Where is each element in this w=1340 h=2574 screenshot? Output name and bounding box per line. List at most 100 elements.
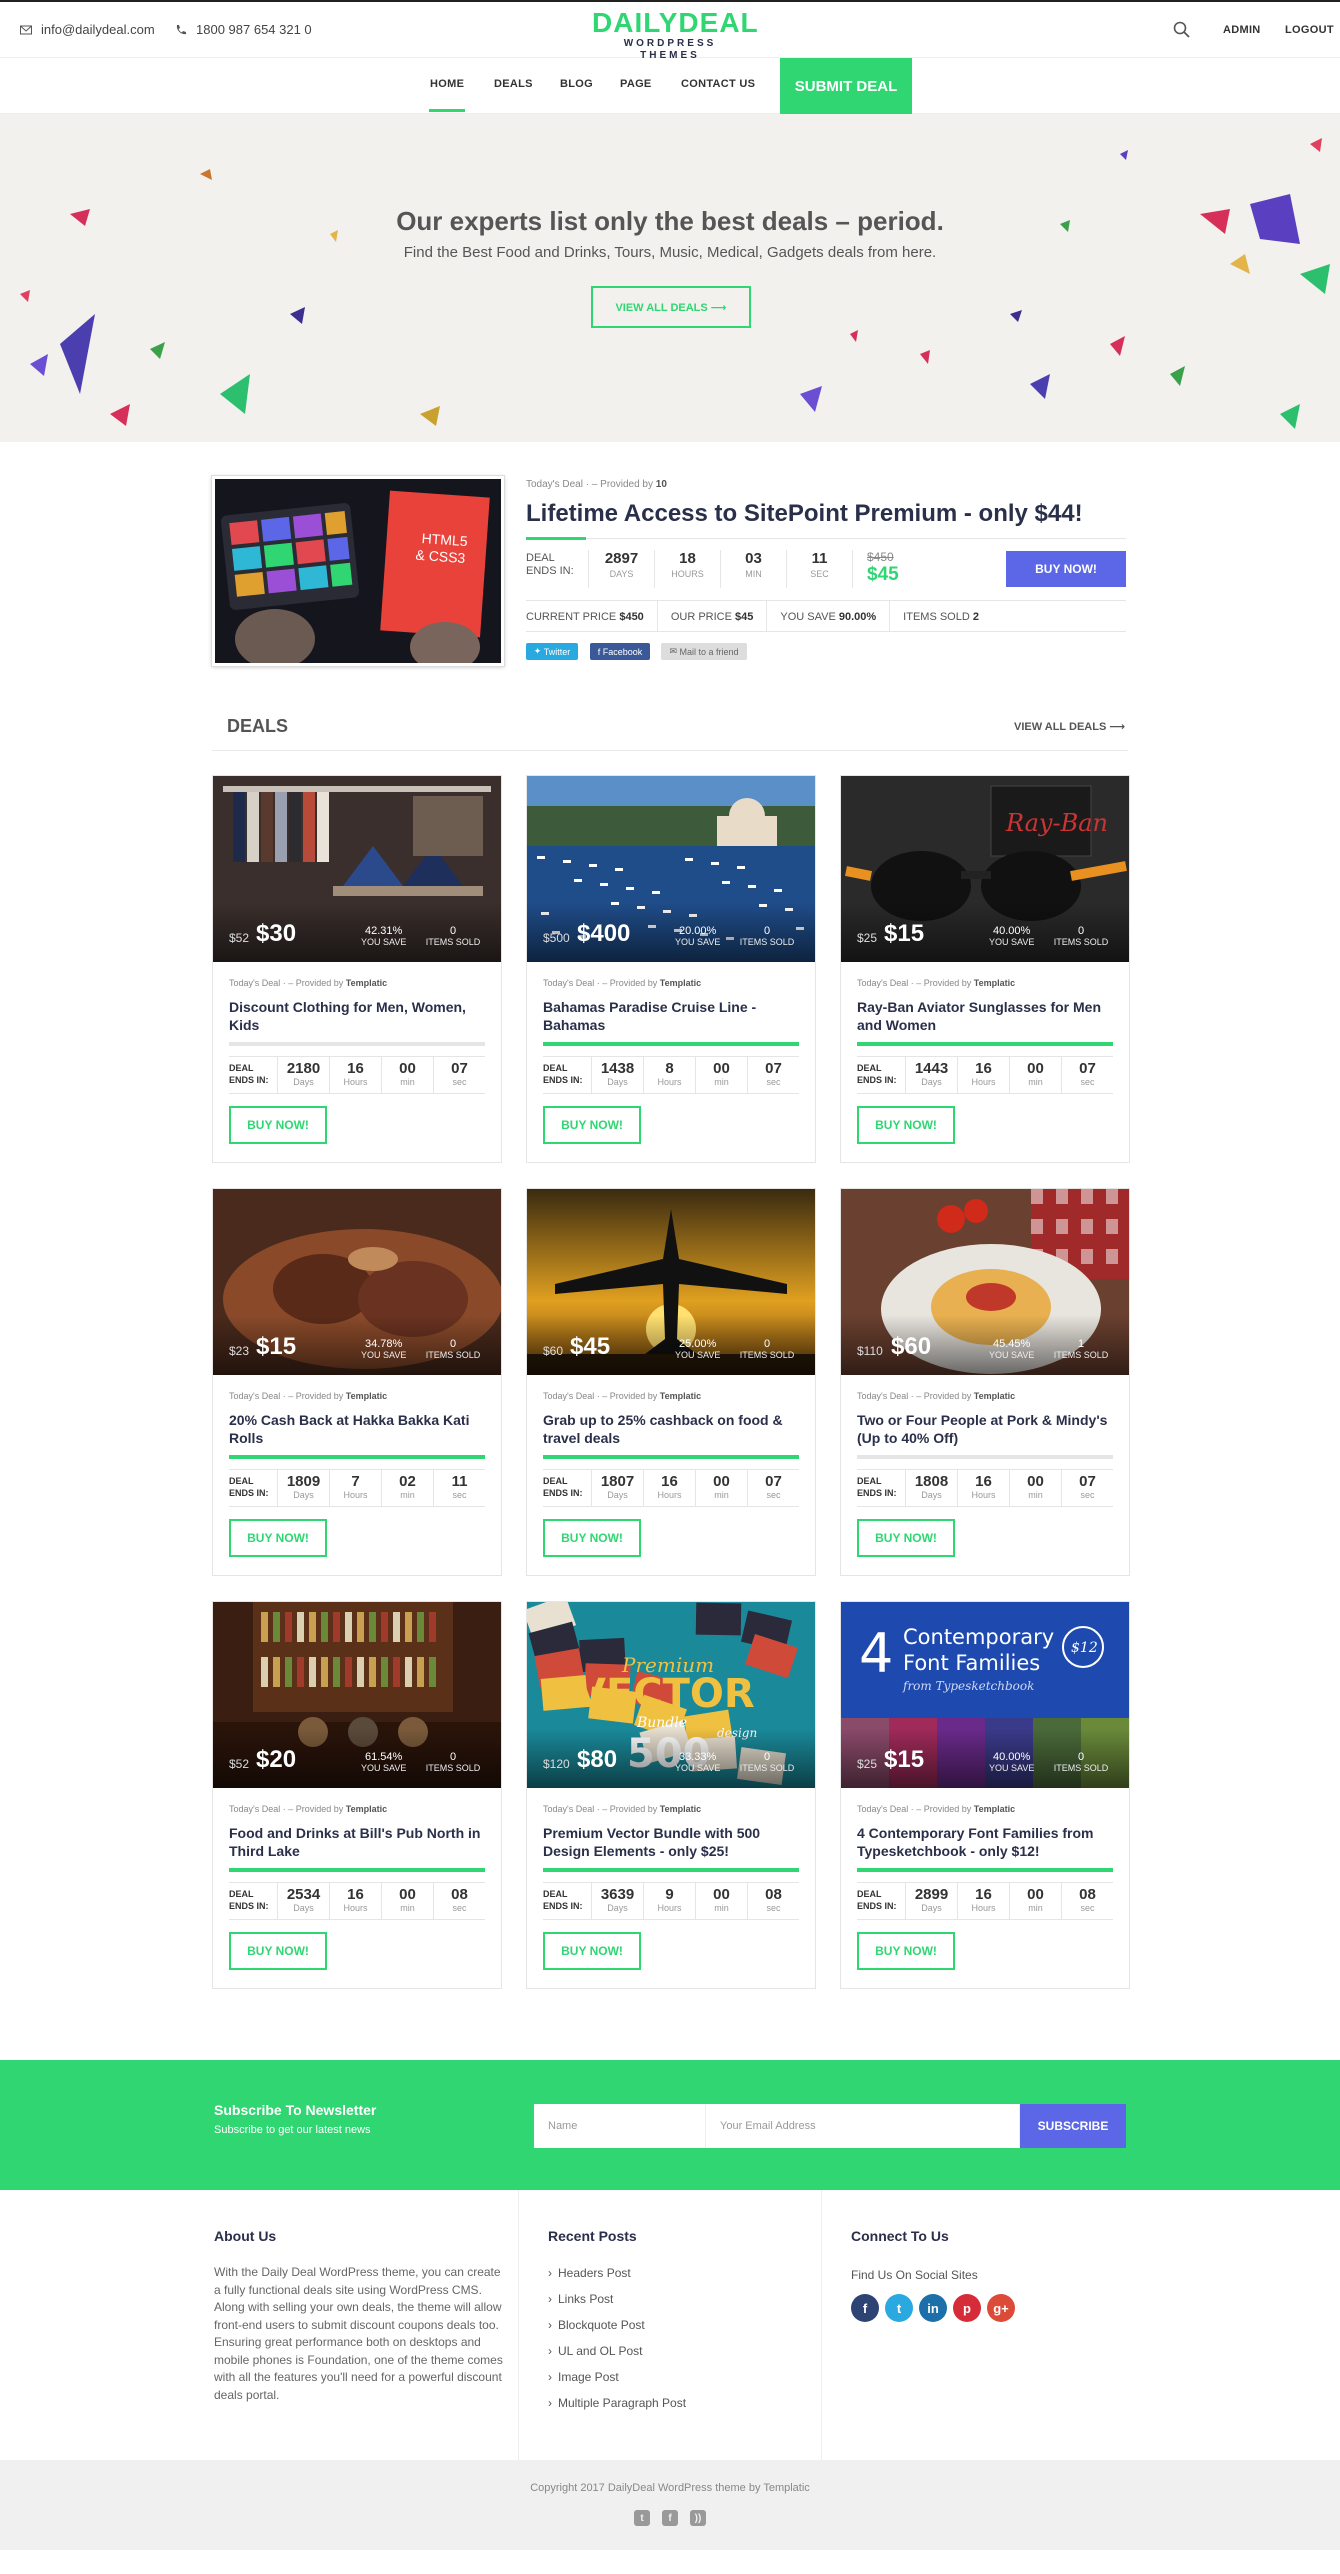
recent-post-link[interactable]: › UL and OL Post — [548, 2344, 643, 2358]
deal-title[interactable]: Discount Clothing for Men, Women, Kids — [229, 998, 489, 1034]
featured-deal-image[interactable]: HTML5 & CSS3 — [211, 475, 505, 667]
deal-progress-fill — [543, 1042, 799, 1046]
deal-buy-button[interactable]: BUY NOW! — [543, 1932, 641, 1970]
deal-title[interactable]: 20% Cash Back at Hakka Bakka Kati Rolls — [229, 1411, 489, 1447]
recent-post-link[interactable]: › Multiple Paragraph Post — [548, 2396, 686, 2410]
deal-title[interactable]: Grab up to 25% cashback on food & travel… — [543, 1411, 803, 1447]
twitter-icon[interactable]: t — [634, 2510, 650, 2526]
deal-new-price: $15 — [884, 1746, 925, 1773]
deal-label-1: DEAL — [229, 1063, 254, 1073]
countdown-hours-unit: Hours — [657, 1903, 682, 1913]
deal-label-2: ENDS IN: — [857, 1488, 897, 1498]
deal-meta-prefix: Today's Deal · – Provided by — [229, 978, 344, 988]
deal-provider[interactable]: Templatic — [660, 1804, 701, 1814]
featured-buy-button[interactable]: BUY NOW! — [1006, 551, 1126, 587]
site-logo[interactable]: DAILYDEAL WORDPRESS THEMES — [592, 8, 758, 62]
phone-contact[interactable]: 1800 987 654 321 0 — [175, 22, 312, 37]
nav-contact[interactable]: CONTACT US — [681, 78, 755, 90]
deal-provider[interactable]: Templatic — [346, 1804, 387, 1814]
recent-post-link[interactable]: › Image Post — [548, 2370, 619, 2384]
nav-deals[interactable]: DEALS — [494, 78, 533, 90]
deals-heading: DEALS — [227, 716, 289, 736]
share-facebook-button[interactable]: f Facebook — [590, 643, 650, 660]
deal-buy-button[interactable]: BUY NOW! — [229, 1932, 327, 1970]
search-icon[interactable] — [1172, 20, 1192, 40]
newsletter-name-input[interactable]: Name — [534, 2104, 706, 2148]
deal-meta: Today's Deal · – Provided by Templatic — [543, 1391, 701, 1401]
deal-card: $23 $15 34.78% YOU SAVE 0 ITEMS SOLD Today… — [212, 1188, 502, 1576]
deal-title[interactable]: Bahamas Paradise Cruise Line - Bahamas — [543, 998, 803, 1034]
deal-title[interactable]: Premium Vector Bundle with 500 Design El… — [543, 1824, 803, 1860]
deal-provider[interactable]: Templatic — [346, 1391, 387, 1401]
deal-new-price: $15 — [256, 1333, 297, 1360]
share-twitter-button[interactable]: ✦ Twitter — [526, 643, 578, 660]
connect-subtitle: Find Us On Social Sites — [851, 2268, 978, 2282]
admin-link[interactable]: ADMIN — [1223, 24, 1261, 36]
footer-divider — [821, 2190, 822, 2460]
deal-title[interactable]: Food and Drinks at Bill's Pub North in T… — [229, 1824, 489, 1860]
deal-buy-button[interactable]: BUY NOW! — [543, 1519, 641, 1557]
chevron-right-icon: › — [548, 2396, 552, 2410]
facebook-icon[interactable]: f — [662, 2510, 678, 2526]
deal-provider[interactable]: Templatic — [660, 1391, 701, 1401]
countdown-days-unit: DAYS — [609, 569, 634, 579]
items-sold-label: ITEMS SOLD — [425, 937, 481, 947]
share-mail-button[interactable]: ✉ Mail to a friend — [661, 643, 747, 660]
recent-post-link[interactable]: › Links Post — [548, 2292, 613, 2306]
countdown-days-value: 2180 — [286, 1060, 321, 1077]
view-all-deals-link[interactable]: VIEW ALL DEALS ⟶ — [1014, 720, 1125, 733]
logout-link[interactable]: LOGOUT — [1285, 24, 1334, 36]
about-text: With the Daily Deal WordPress theme, you… — [214, 2265, 503, 2402]
submit-deal-button[interactable]: SUBMIT DEAL — [780, 58, 912, 114]
mail-icon: ✉ — [669, 646, 680, 656]
rss-icon[interactable]: )) — [690, 2510, 706, 2526]
featured-title[interactable]: Lifetime Access to SitePoint Premium - o… — [526, 500, 1083, 528]
recent-post-link[interactable]: › Headers Post — [548, 2266, 631, 2280]
google-plus-icon[interactable]: g+ — [987, 2294, 1015, 2322]
deal-provider[interactable]: Templatic — [974, 1804, 1015, 1814]
recent-post-link[interactable]: › Blockquote Post — [548, 2318, 645, 2332]
countdown-hours-unit: Hours — [971, 1077, 996, 1087]
deal-progress-fill — [543, 1455, 799, 1459]
linkedin-icon[interactable]: in — [919, 2294, 947, 2322]
facebook-icon[interactable]: f — [851, 2294, 879, 2322]
deal-buy-button[interactable]: BUY NOW! — [857, 1932, 955, 1970]
deal-you-save: 40.00% YOU SAVE — [989, 926, 1034, 948]
nav-page[interactable]: PAGE — [620, 78, 652, 90]
countdown-days-unit: Days — [293, 1903, 314, 1913]
countdown-min: 02 min — [381, 1470, 433, 1506]
featured-meta-prefix: Today's Deal · – Provided by — [526, 479, 653, 490]
deal-buy-button[interactable]: BUY NOW! — [229, 1106, 327, 1144]
nav-home[interactable]: HOME — [430, 78, 464, 90]
deal-provider[interactable]: Templatic — [346, 978, 387, 988]
deal-title[interactable]: Two or Four People at Pork & Mindy's (Up… — [857, 1411, 1117, 1447]
deal-items-sold: 0 ITEMS SOLD — [737, 926, 797, 948]
featured-provider[interactable]: 10 — [656, 479, 667, 490]
pinterest-icon[interactable]: p — [953, 2294, 981, 2322]
deal-buy-button[interactable]: BUY NOW! — [857, 1106, 955, 1144]
deal-countdown: DEAL ENDS IN: 1807 Days 16 Hours 00 min 07 se… — [543, 1469, 799, 1507]
deal-meta: Today's Deal · – Provided by Templatic — [543, 1804, 701, 1814]
deal-buy-button[interactable]: BUY NOW! — [857, 1519, 955, 1557]
countdown-min: 00 min — [695, 1883, 747, 1919]
deal-provider[interactable]: Templatic — [974, 978, 1015, 988]
subscribe-button[interactable]: SUBSCRIBE — [1020, 2104, 1126, 2148]
items-sold-label: ITEMS SOLD — [739, 937, 795, 947]
view-all-deals-button[interactable]: VIEW ALL DEALS ⟶ — [591, 286, 751, 328]
email-contact[interactable]: info@dailydeal.com — [20, 22, 155, 37]
deal-title[interactable]: 4 Contemporary Font Families from Typesk… — [857, 1824, 1117, 1860]
countdown-hours: 16 Hours — [643, 1470, 695, 1506]
deal-buy-button[interactable]: BUY NOW! — [229, 1519, 327, 1557]
deal-buy-button[interactable]: BUY NOW! — [543, 1106, 641, 1144]
nav-blog[interactable]: BLOG — [560, 78, 593, 90]
countdown-days-unit: Days — [293, 1490, 314, 1500]
deal-provider[interactable]: Templatic — [660, 978, 701, 988]
newsletter-email-input[interactable]: Your Email Address — [706, 2104, 1020, 2148]
deal-provider[interactable]: Templatic — [974, 1391, 1015, 1401]
deal-progress-bar — [229, 1455, 485, 1459]
phone-icon — [176, 24, 186, 34]
hero-banner: Our experts list only the best deals – p… — [0, 114, 1340, 442]
deal-title[interactable]: Ray-Ban Aviator Sunglasses for Men and W… — [857, 998, 1117, 1034]
twitter-icon[interactable]: t — [885, 2294, 913, 2322]
countdown-min-value: 00 — [1027, 1473, 1044, 1490]
